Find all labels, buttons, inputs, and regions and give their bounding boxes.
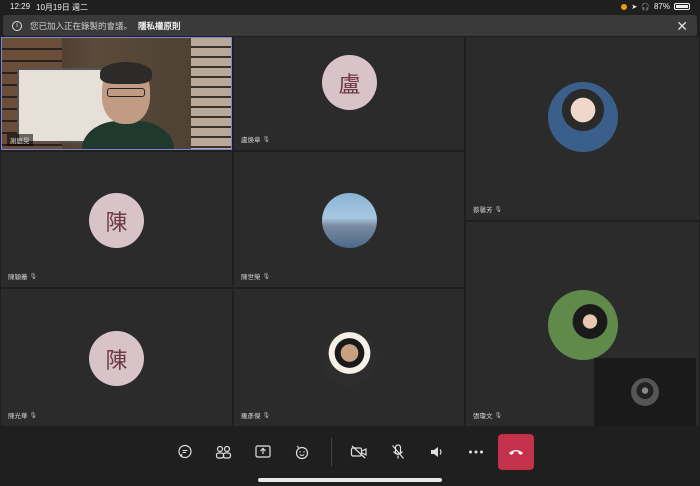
hang-up-button[interactable] [498, 434, 534, 470]
chat-icon[interactable] [174, 442, 196, 462]
recording-indicator-icon [621, 3, 628, 10]
battery-icon [674, 3, 690, 10]
location-icon: ➤ [631, 3, 638, 11]
privacy-policy-link[interactable]: 隱私權原則 [138, 20, 181, 32]
reaction-icon[interactable] [291, 442, 313, 462]
status-bar: 12:29 10月19日 週二 ➤ 🎧 87% [0, 0, 700, 14]
toolbar-divider [331, 438, 332, 466]
meeting-toolbar [0, 430, 700, 474]
mic-off-icon[interactable] [387, 442, 409, 462]
mic-muted-icon: 🎙︎ [262, 136, 271, 143]
mic-muted-icon: 🎙︎ [494, 412, 503, 419]
participant-name: 陳穎蓁 🎙︎ [8, 273, 38, 282]
info-icon: i [12, 20, 22, 31]
avatar [322, 193, 377, 248]
participant-video [2, 38, 231, 149]
self-avatar [631, 378, 659, 406]
participant-name: 張瓊文 🎙︎ [473, 412, 503, 421]
avatar [322, 331, 377, 386]
close-icon[interactable]: ✕ [676, 18, 688, 35]
mic-muted-icon: 🎙︎ [29, 412, 38, 419]
participant-name: 盧煥章 🎙︎ [241, 136, 271, 145]
recording-banner: i 您已加入正在錄製的會議。 隱私權原則 ✕ [3, 15, 697, 36]
mic-muted-icon: 🎙︎ [494, 206, 503, 213]
participant-name: 謝庭晃 [7, 134, 33, 146]
status-time: 12:29 [10, 2, 31, 11]
mic-muted-icon: 🎙︎ [29, 273, 38, 280]
self-view[interactable] [594, 358, 696, 426]
avatar: 陳 [89, 193, 144, 248]
headphones-icon: 🎧 [641, 3, 650, 11]
more-icon[interactable] [465, 442, 487, 462]
speaker-icon[interactable] [426, 442, 448, 462]
hang-up-icon [509, 450, 523, 455]
mic-muted-icon: 🎙︎ [262, 412, 271, 419]
battery-percent: 87% [653, 2, 670, 11]
people-icon[interactable] [213, 442, 235, 462]
participant-tile[interactable]: 陳世榮 🎙︎ [234, 152, 464, 287]
status-date: 10月19日 週二 [36, 3, 89, 12]
avatar: 盧 [322, 55, 377, 110]
home-indicator[interactable] [258, 478, 442, 482]
participant-name: 蔡馨芳 🎙︎ [473, 206, 503, 215]
mic-muted-icon: 🎙︎ [262, 273, 271, 280]
participant-tile[interactable]: 陳 陳穎蓁 🎙︎ [1, 152, 232, 287]
avatar [548, 290, 618, 360]
participant-tile[interactable]: 盧 盧煥章 🎙︎ [234, 37, 464, 150]
participant-name: 陳光華 🎙︎ [8, 412, 38, 421]
avatar [548, 82, 618, 152]
participant-tile[interactable]: 陳 陳光華 🎙︎ [1, 289, 232, 426]
participant-tile[interactable]: 羅彥傑 🎙︎ [234, 289, 464, 426]
participant-tile-video[interactable]: 謝庭晃 [1, 37, 232, 150]
banner-message: 您已加入正在錄製的會議。 [30, 20, 133, 31]
participant-tile[interactable]: 蔡馨芳 🎙︎ [466, 37, 699, 220]
participant-name: 羅彥傑 🎙︎ [241, 412, 271, 421]
participant-name: 陳世榮 🎙︎ [241, 273, 271, 282]
camera-off-icon[interactable] [348, 442, 370, 462]
avatar: 陳 [89, 331, 144, 386]
share-icon[interactable] [252, 442, 274, 462]
